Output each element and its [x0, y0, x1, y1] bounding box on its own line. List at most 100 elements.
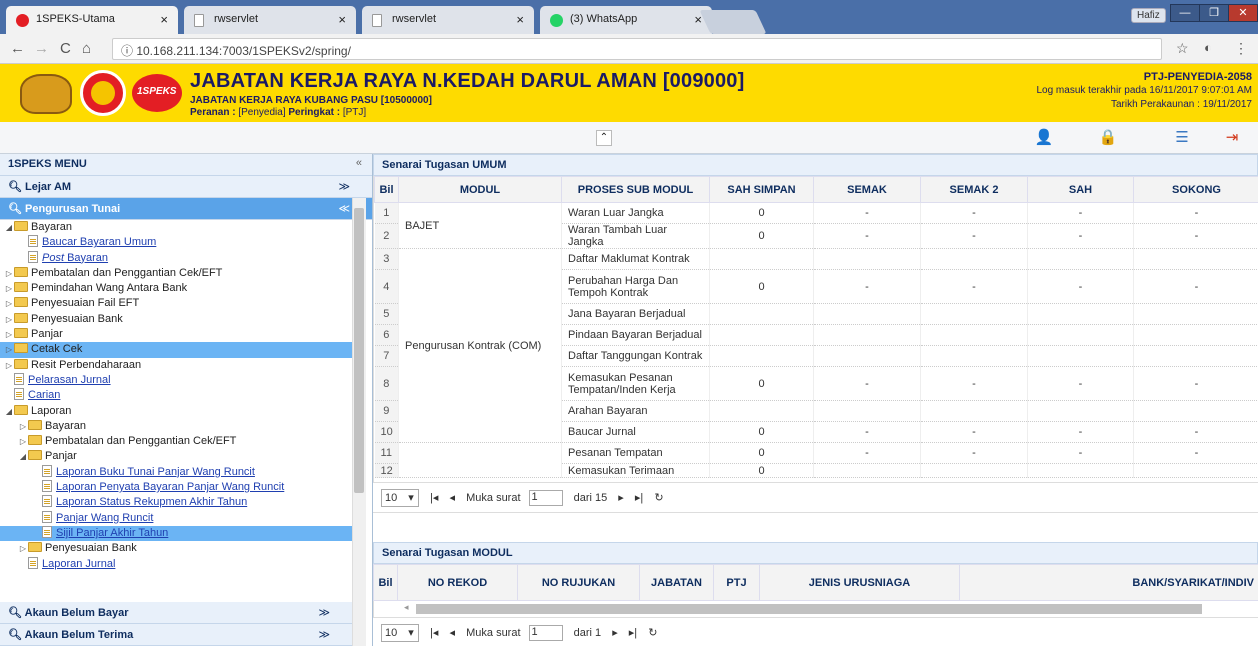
menu-item[interactable]: ◢Panjar	[0, 449, 352, 464]
menu-link[interactable]: Panjar Wang Runcit	[56, 512, 153, 524]
column-header[interactable]: PTJ	[714, 565, 760, 601]
menu-item[interactable]: ◢Laporan	[0, 404, 352, 419]
list-view-icon[interactable]: ☰	[1172, 128, 1192, 148]
caret-down-icon[interactable]: ◢	[4, 404, 14, 419]
close-window-button[interactable]: ✕	[1228, 4, 1258, 22]
menu-link-suffix[interactable]: Bayaran	[64, 252, 108, 264]
close-tab-icon[interactable]: ×	[338, 12, 346, 27]
menu-item[interactable]: ▷Pembatalan dan Penggantian Cek/EFT	[0, 266, 352, 281]
column-header[interactable]: SOKONG	[1134, 177, 1258, 203]
menu-item[interactable]: Sijil Panjar Akhir Tahun	[0, 526, 352, 541]
column-header[interactable]: JENIS URUSNIAGA	[760, 565, 960, 601]
caret-right-icon[interactable]: ▷	[18, 434, 28, 449]
scrollbar-thumb[interactable]	[354, 208, 364, 493]
next-page-icon[interactable]: ▸	[612, 627, 618, 639]
refresh-icon[interactable]: ↻	[648, 627, 657, 639]
column-header[interactable]: SEMAK	[814, 177, 921, 203]
prev-page-icon[interactable]: ◂	[450, 627, 456, 639]
minimize-button[interactable]: —	[1170, 4, 1200, 22]
menu-item[interactable]: Laporan Status Rekupmen Akhir Tahun	[0, 495, 352, 510]
page-input[interactable]: 1	[529, 490, 563, 506]
caret-right-icon[interactable]: ▷	[18, 419, 28, 434]
expand-icon[interactable]: ≫	[318, 628, 330, 641]
page-size-select[interactable]: 10 ▾	[381, 489, 419, 507]
back-icon[interactable]: ←	[10, 40, 25, 57]
menu-item[interactable]: ▷Cetak Cek	[0, 342, 352, 357]
menu-link[interactable]: Post	[42, 252, 64, 264]
menu-item[interactable]: ▷Resit Perbendaharaan	[0, 358, 352, 373]
menu-item[interactable]: ▷Penyesuaian Bank	[0, 541, 352, 556]
menu-link[interactable]: Laporan Status Rekupmen Akhir Tahun	[56, 496, 247, 508]
collapse-icon[interactable]: ≪	[338, 202, 350, 215]
tab-1speks-utama[interactable]: 1SPEKS-Utama ×	[6, 6, 178, 34]
home-icon[interactable]: ⌂	[82, 40, 91, 57]
first-page-icon[interactable]: |◂	[430, 627, 438, 639]
menu-item[interactable]: ◢Bayaran	[0, 220, 352, 235]
extension-icon[interactable]: ◐	[1204, 40, 1212, 55]
column-header[interactable]: SAH	[1028, 177, 1134, 203]
caret-right-icon[interactable]: ▷	[18, 541, 28, 556]
caret-right-icon[interactable]: ▷	[4, 342, 14, 357]
table-row[interactable]: 1BAJETWaran Luar Jangka0----	[375, 203, 1258, 224]
column-header[interactable]: SEMAK 2	[921, 177, 1028, 203]
reload-icon[interactable]: C	[60, 40, 71, 57]
prev-page-icon[interactable]: ◂	[450, 492, 456, 504]
page-size-select[interactable]: 10 ▾	[381, 624, 419, 642]
menu-link[interactable]: Laporan Buku Tunai Panjar Wang Runcit	[56, 466, 255, 478]
column-header[interactable]: Bil	[374, 565, 398, 601]
expand-icon[interactable]: ≫	[318, 606, 330, 619]
menu-link[interactable]: Laporan Penyata Bayaran Panjar Wang Runc…	[56, 481, 284, 493]
menu-item[interactable]: ▷Pembatalan dan Penggantian Cek/EFT	[0, 434, 352, 449]
column-header[interactable]: NO REKOD	[398, 565, 518, 601]
column-header[interactable]: NO RUJUKAN	[518, 565, 640, 601]
caret-right-icon[interactable]: ▷	[4, 327, 14, 342]
profile-chip[interactable]: Hafiz	[1131, 8, 1166, 23]
new-tab-button[interactable]	[699, 10, 766, 34]
menu-item[interactable]: ▷Pemindahan Wang Antara Bank	[0, 281, 352, 296]
accordion-akaun-belum-bayar[interactable]: 🔍︎ Akaun Belum Bayar ≫	[0, 602, 352, 624]
forward-icon[interactable]: →	[34, 40, 49, 57]
column-header[interactable]: JABATAN	[640, 565, 714, 601]
caret-down-icon[interactable]: ◢	[4, 220, 14, 235]
menu-item[interactable]: ▷Panjar	[0, 327, 352, 342]
column-header[interactable]: BANK/SYARIKAT/INDIV	[960, 565, 1258, 601]
menu-item[interactable]: Laporan Penyata Bayaran Panjar Wang Runc…	[0, 480, 352, 495]
user-profile-icon[interactable]: 👤	[1034, 128, 1054, 148]
refresh-icon[interactable]: ↻	[654, 492, 663, 504]
collapse-header-icon[interactable]: ⌃	[596, 130, 612, 146]
page-input[interactable]: 1	[529, 625, 563, 641]
tab-rwservlet-1[interactable]: rwservlet ×	[184, 6, 356, 34]
menu-item[interactable]: ▷Bayaran	[0, 419, 352, 434]
accordion-akaun-belum-terima[interactable]: 🔍︎ Akaun Belum Terima ≫	[0, 624, 352, 646]
close-tab-icon[interactable]: ×	[160, 12, 168, 27]
maximize-button[interactable]: ❐	[1199, 4, 1229, 22]
menu-item[interactable]: ▷Penyesuaian Bank	[0, 312, 352, 327]
caret-right-icon[interactable]: ▷	[4, 358, 14, 373]
bookmark-star-icon[interactable]: ☆	[1176, 40, 1189, 57]
menu-item[interactable]: Pelarasan Jurnal	[0, 373, 352, 388]
menu-item[interactable]: Laporan Jurnal	[0, 557, 352, 572]
first-page-icon[interactable]: |◂	[430, 492, 438, 504]
menu-item[interactable]: Laporan Buku Tunai Panjar Wang Runcit	[0, 465, 352, 480]
menu-link[interactable]: Pelarasan Jurnal	[28, 374, 111, 386]
table-row[interactable]: 11Pesanan Tempatan0----	[375, 443, 1258, 464]
collapse-sidebar-icon[interactable]: «	[356, 157, 362, 169]
menu-item[interactable]: ▷Penyesuaian Fail EFT	[0, 296, 352, 311]
column-header[interactable]: Bil	[375, 177, 399, 203]
menu-item[interactable]: Baucar Bayaran Umum	[0, 235, 352, 250]
caret-right-icon[interactable]: ▷	[4, 266, 14, 281]
menu-link[interactable]: Carian	[28, 389, 60, 401]
menu-item[interactable]: Carian	[0, 388, 352, 403]
tab-whatsapp[interactable]: (3) WhatsApp ×	[540, 6, 712, 34]
column-header[interactable]: MODUL	[399, 177, 562, 203]
last-page-icon[interactable]: ▸|	[629, 627, 637, 639]
caret-down-icon[interactable]: ◢	[18, 449, 28, 464]
caret-right-icon[interactable]: ▷	[4, 312, 14, 327]
expand-icon[interactable]: ≫	[338, 180, 350, 193]
column-header[interactable]: SAH SIMPAN	[710, 177, 814, 203]
modul-hscroll[interactable]: ◂	[373, 601, 1258, 617]
close-tab-icon[interactable]: ×	[516, 12, 524, 27]
table-row[interactable]: 3Pengurusan Kontrak (COM)Daftar Maklumat…	[375, 249, 1258, 270]
menu-link[interactable]: Sijil Panjar Akhir Tahun	[56, 527, 168, 539]
lock-icon[interactable]: 🔒	[1098, 128, 1118, 148]
